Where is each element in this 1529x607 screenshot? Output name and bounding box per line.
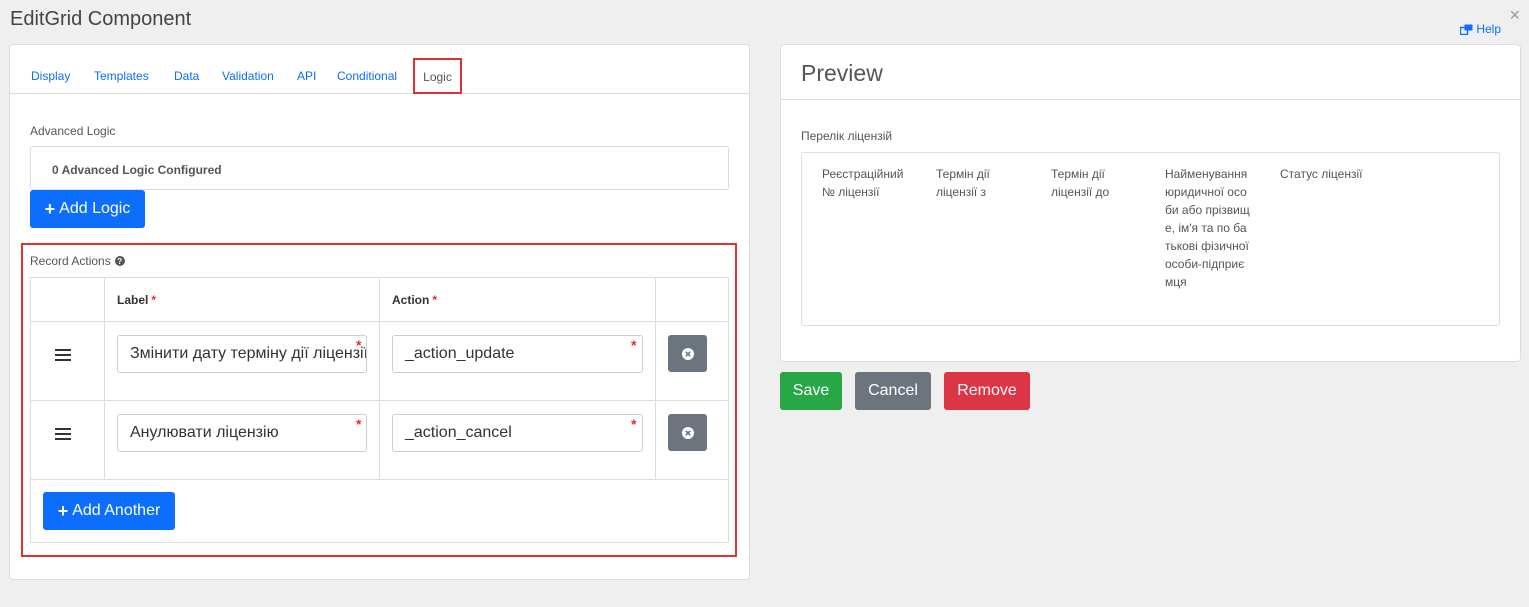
column-header-label: Label *: [117, 293, 156, 307]
required-mark: *: [356, 337, 362, 353]
tab-api[interactable]: API: [297, 69, 316, 83]
preview-column-header: Термін дії ліцензії до: [1051, 167, 1110, 199]
preview-column-header: Термін дії ліцензії з: [936, 167, 990, 199]
preview-column-header: Статус ліцензії: [1280, 167, 1363, 181]
help-link[interactable]: Help: [1460, 22, 1501, 36]
preview-column-header: Реєстраційний № ліцензії: [822, 167, 904, 199]
plus-icon: +: [57, 501, 69, 521]
tab-validation[interactable]: Validation: [222, 69, 274, 83]
add-another-label: Add Another: [72, 502, 161, 519]
grid-divider: [655, 278, 656, 480]
remove-row-button[interactable]: [668, 335, 707, 372]
drag-handle-icon[interactable]: [55, 349, 71, 361]
add-logic-button[interactable]: + Add Logic: [30, 190, 145, 228]
preview-component-label: Перелік ліцензій: [801, 129, 893, 143]
required-mark: *: [631, 416, 637, 432]
tab-conditional[interactable]: Conditional: [337, 69, 397, 83]
add-logic-label: Add Logic: [59, 200, 131, 217]
row-label-input[interactable]: Анулювати ліцензію: [117, 414, 367, 452]
remove-row-button[interactable]: [668, 414, 707, 451]
settings-tabs: Display Templates Data Validation API Co…: [10, 45, 749, 94]
remove-row-icon: [681, 347, 694, 360]
tab-logic[interactable]: Logic: [413, 58, 462, 94]
advanced-logic-label: Advanced Logic: [30, 124, 116, 138]
column-header-action-text: Action: [392, 293, 430, 307]
add-another-button[interactable]: + Add Another: [43, 492, 175, 530]
tab-logic-label: Logic: [423, 70, 452, 84]
advanced-logic-box: 0 Advanced Logic Configured: [30, 146, 729, 190]
tab-data[interactable]: Data: [174, 69, 199, 83]
drag-handle-icon[interactable]: [55, 428, 71, 440]
remove-row-icon: [681, 426, 694, 439]
row-action-input[interactable]: _action_cancel: [392, 414, 643, 452]
tab-display[interactable]: Display: [31, 69, 70, 83]
component-settings-panel: Display Templates Data Validation API Co…: [9, 44, 750, 580]
row-action-input[interactable]: _action_update: [392, 335, 643, 373]
record-actions-title: Record Actions: [30, 254, 111, 268]
window-title: EditGrid Component: [10, 8, 192, 30]
close-icon[interactable]: ×: [1509, 6, 1520, 24]
record-actions-label: Record Actions ?: [30, 254, 125, 268]
advanced-logic-status: 0 Advanced Logic Configured: [52, 163, 222, 177]
required-mark: *: [432, 293, 438, 307]
required-mark: *: [151, 293, 157, 307]
preview-panel: Preview Перелік ліцензій Реєстраційний №…: [780, 44, 1521, 362]
row-label-input[interactable]: Змінити дату терміну дії ліцензії: [117, 335, 367, 373]
save-button[interactable]: Save: [780, 372, 842, 410]
grid-divider: [31, 479, 728, 480]
help-label: Help: [1476, 22, 1501, 36]
required-mark: *: [356, 416, 362, 432]
preview-header: [781, 45, 1520, 100]
grid-divider: [31, 321, 728, 322]
grid-divider: [31, 400, 728, 401]
column-header-label-text: Label: [117, 293, 149, 307]
preview-column-header: Найменування юридичної особи або прізвищ…: [1165, 167, 1250, 289]
remove-button[interactable]: Remove: [944, 372, 1030, 410]
column-header-action: Action *: [392, 293, 437, 307]
grid-divider: [379, 278, 380, 480]
grid-divider: [104, 278, 105, 480]
help-external-icon: [1460, 24, 1473, 35]
question-circle-icon[interactable]: ?: [114, 256, 125, 266]
plus-icon: +: [44, 199, 56, 219]
preview-title: Preview: [801, 60, 883, 86]
required-mark: *: [631, 337, 637, 353]
tab-templates[interactable]: Templates: [94, 69, 149, 83]
cancel-button[interactable]: Cancel: [855, 372, 931, 410]
preview-grid: Реєстраційний № ліцензії Термін дії ліце…: [801, 152, 1500, 326]
